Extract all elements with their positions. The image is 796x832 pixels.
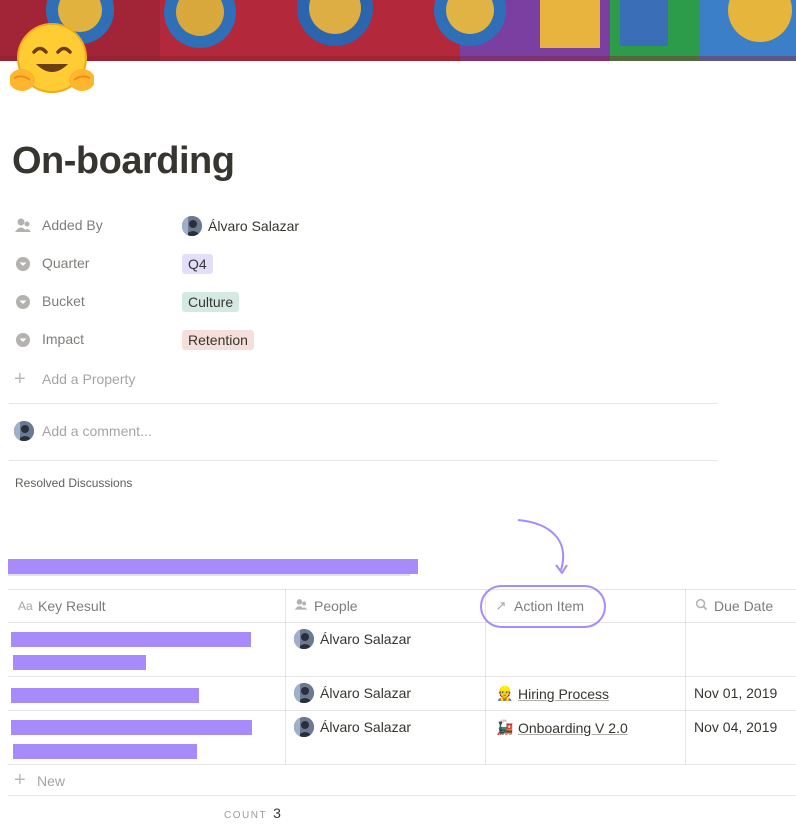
- select-icon: [14, 331, 32, 349]
- train-emoji-icon: 🚂: [496, 719, 514, 735]
- table-row-key-result[interactable]: [8, 623, 285, 676]
- property-value-tag[interactable]: Culture: [182, 288, 240, 316]
- comment-placeholder: Add a comment...: [42, 423, 152, 439]
- page-title[interactable]: On-boarding: [12, 140, 235, 183]
- due-date-cell[interactable]: Nov 04, 2019: [694, 719, 777, 735]
- column-header-key-result[interactable]: Aa Key Result: [18, 589, 106, 623]
- property-bucket[interactable]: Bucket Culture: [14, 288, 714, 316]
- database-title[interactable]: [8, 556, 418, 576]
- construction-worker-emoji-icon: 👷: [496, 685, 514, 701]
- avatar: [294, 717, 314, 737]
- property-impact[interactable]: Impact Retention: [14, 326, 714, 354]
- action-item-link[interactable]: 🚂 Onboarding V 2.0: [496, 719, 628, 736]
- person-icon: [14, 217, 32, 235]
- redaction-bar: [8, 559, 418, 574]
- due-date-cell[interactable]: Nov 01, 2019: [694, 685, 777, 701]
- people-cell[interactable]: Álvaro Salazar: [294, 683, 411, 703]
- comment-input[interactable]: Add a comment...: [14, 420, 714, 442]
- column-header-people[interactable]: People: [294, 589, 358, 623]
- person-name: Álvaro Salazar: [208, 218, 300, 234]
- tag-q4: Q4: [182, 254, 213, 274]
- new-row-label: New: [37, 773, 66, 789]
- select-icon: [14, 255, 32, 273]
- redaction-bar: [8, 574, 410, 576]
- column-header-due-date[interactable]: Due Date: [694, 589, 773, 623]
- avatar: [294, 683, 314, 703]
- resolved-discussions-link[interactable]: Resolved Discussions: [15, 476, 132, 490]
- property-value-tag[interactable]: Retention: [182, 326, 254, 354]
- hugging-face-emoji-icon[interactable]: [9, 20, 95, 98]
- new-row-button[interactable]: + New: [14, 770, 214, 792]
- text-property-icon: Aa: [18, 599, 33, 613]
- cover-image: [0, 0, 796, 61]
- divider: [9, 403, 718, 404]
- add-property-button[interactable]: + Add a Property: [14, 369, 214, 391]
- redaction-bar: [11, 688, 199, 703]
- search-icon: [694, 598, 708, 614]
- column-label: People: [314, 598, 358, 614]
- person-name: Álvaro Salazar: [320, 631, 412, 647]
- column-label: Key Result: [38, 598, 106, 614]
- person-icon: [294, 598, 308, 615]
- redaction-bar: [11, 720, 252, 735]
- table-row-key-result[interactable]: [8, 711, 285, 764]
- redaction-bar: [11, 632, 251, 647]
- tag-culture: Culture: [182, 292, 240, 312]
- people-cell[interactable]: Álvaro Salazar: [294, 717, 411, 737]
- property-quarter[interactable]: Quarter Q4: [14, 250, 714, 278]
- redaction-bar: [13, 744, 197, 759]
- column-label: Due Date: [714, 598, 774, 614]
- avatar: [14, 421, 34, 441]
- redaction-bar: [13, 655, 146, 670]
- add-property-label: Add a Property: [42, 371, 136, 387]
- tag-retention: Retention: [182, 330, 254, 350]
- divider: [9, 460, 718, 461]
- property-added-by[interactable]: Added By Álvaro Salazar: [14, 212, 714, 240]
- avatar: [294, 629, 314, 649]
- plus-icon: +: [14, 368, 26, 390]
- property-label: Added By: [42, 217, 103, 233]
- property-value-person[interactable]: Álvaro Salazar: [182, 212, 299, 240]
- count-value: 3: [273, 805, 281, 821]
- table-row-key-result[interactable]: [8, 677, 285, 710]
- person-name: Álvaro Salazar: [320, 719, 412, 735]
- plus-icon: +: [14, 769, 26, 791]
- count-label: COUNT: [224, 810, 268, 821]
- annotation-arrow-icon: [505, 515, 585, 580]
- count-footer[interactable]: COUNT 3: [224, 805, 281, 821]
- property-label: Impact: [42, 331, 85, 347]
- annotation-circle: [480, 585, 606, 628]
- property-label: Quarter: [42, 255, 90, 271]
- property-label: Bucket: [42, 293, 85, 309]
- property-value-tag[interactable]: Q4: [182, 250, 213, 278]
- action-item-link[interactable]: 👷 Hiring Process: [496, 685, 609, 702]
- select-icon: [14, 293, 32, 311]
- action-item-label: Hiring Process: [518, 685, 610, 702]
- avatar: [182, 216, 202, 236]
- people-cell[interactable]: Álvaro Salazar: [294, 629, 411, 649]
- person-name: Álvaro Salazar: [320, 685, 412, 701]
- action-item-label: Onboarding V 2.0: [518, 719, 628, 736]
